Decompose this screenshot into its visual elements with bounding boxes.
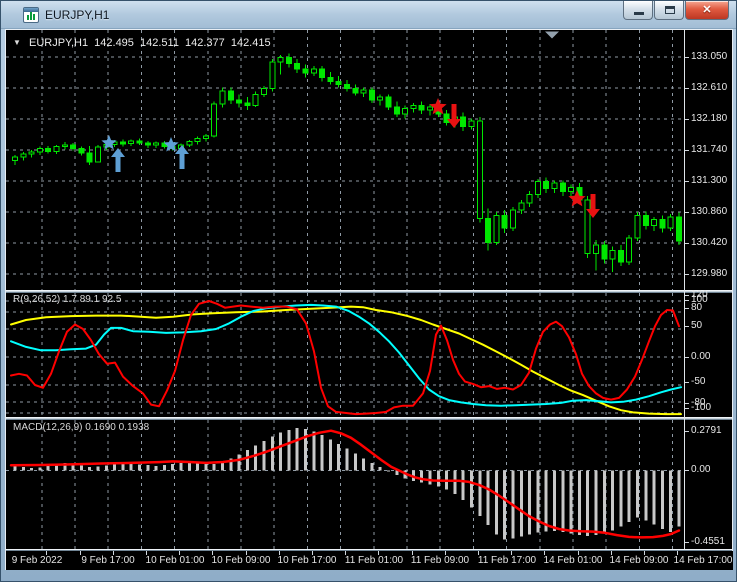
axis-tick (685, 119, 689, 120)
axis-tick (685, 431, 689, 432)
close-icon: ✕ (702, 4, 712, 16)
time-axis-label: 11 Feb 09:00 (410, 555, 470, 566)
restore-button[interactable] (654, 1, 684, 20)
restore-icon (665, 6, 675, 14)
time-axis-label: 9 Feb 17:00 (81, 555, 135, 566)
price-axis-label: 0.00 (691, 464, 711, 475)
time-axis-label: 11 Feb 01:00 (344, 555, 404, 566)
price-axis-label: -0.4551 (691, 536, 725, 547)
price-axis-label: 133.050 (691, 51, 728, 62)
axis-tick (685, 57, 689, 58)
ohlc-high: 142.511 (139, 37, 179, 49)
axis-tick (685, 308, 689, 309)
axis-tick (685, 88, 689, 89)
macd-panel[interactable] (6, 420, 684, 549)
main-price-chart[interactable] (6, 30, 684, 290)
window-controls: ✕ (622, 1, 729, 20)
price-axis-label: 130.860 (691, 206, 728, 217)
chart-window: EURJPY,H1 ✕ 133.050 132.610 132.180 131.740… (0, 0, 737, 582)
axis-tick (685, 326, 689, 327)
axis-tick (685, 299, 689, 301)
price-axis-label: 131.740 (691, 144, 728, 155)
price-axis-label: 50 (691, 320, 703, 331)
time-axis-label: 10 Feb 01:00 (145, 555, 205, 566)
axis-tick (685, 403, 689, 404)
price-axis-label: 131.300 (691, 175, 728, 186)
axis-tick (685, 150, 689, 151)
close-button[interactable]: ✕ (685, 1, 729, 20)
time-axis-label: 14 Feb 17:00 (673, 555, 733, 566)
time-axis-label: 14 Feb 09:00 (609, 555, 669, 566)
macd-label: MACD(12,26,9) 0.1690 0.1938 (13, 422, 150, 433)
axis-tick (685, 243, 689, 244)
axis-tick (685, 470, 689, 471)
chart-icon (23, 7, 39, 23)
chevron-down-icon[interactable]: ▼ (13, 38, 21, 47)
oscillator-label: R(9,26,52) 1.7 89.1 92.5 (13, 294, 122, 305)
price-axis-label: 0.00 (691, 351, 711, 362)
price-axis-label: -50 (691, 376, 706, 387)
minimize-icon (634, 12, 644, 15)
price-axis-label: 0.2791 (691, 425, 722, 436)
price-axis-label: 129.980 (691, 268, 728, 279)
chart-symbol: EURJPY,H1 (28, 37, 89, 49)
ohlc-low: 142.377 (185, 37, 225, 49)
window-titlebar[interactable]: EURJPY,H1 ✕ (1, 1, 736, 29)
axis-tick (685, 212, 689, 213)
window-title: EURJPY,H1 (45, 8, 110, 22)
axis-tick (685, 357, 689, 358)
axis-tick (685, 542, 689, 543)
price-axis[interactable]: 133.050 132.610 132.180 131.740 131.300 130.8… (685, 30, 733, 549)
axis-tick (685, 382, 689, 383)
axis-tick (685, 407, 689, 409)
time-axis[interactable]: 9 Feb 2022 9 Feb 17:00 10 Feb 01:00 10 Feb … (6, 551, 733, 570)
price-axis-label: -100 (691, 401, 712, 413)
time-axis-label: 10 Feb 17:00 (277, 555, 337, 566)
chart-header: ▼ EURJPY,H1 142.495 142.511 142.377 142.… (13, 37, 274, 49)
axis-tick (685, 181, 689, 182)
price-axis-label: 130.420 (691, 237, 728, 248)
price-axis-label: 132.610 (691, 82, 728, 93)
time-axis-label: 14 Feb 01:00 (543, 555, 603, 566)
price-axis-label: 132.180 (691, 113, 728, 124)
time-axis-label: 11 Feb 17:00 (477, 555, 537, 566)
ohlc-close: 142.415 (230, 37, 271, 49)
oscillator-panel[interactable] (6, 293, 684, 417)
axis-tick (685, 274, 689, 275)
axis-tick (685, 294, 689, 296)
price-axis-label: 80 (691, 302, 703, 313)
time-axis-label: 10 Feb 09:00 (211, 555, 271, 566)
ohlc-open: 142.495 (94, 37, 134, 49)
minimize-button[interactable] (623, 1, 653, 20)
time-axis-label: 9 Feb 2022 (11, 555, 63, 566)
